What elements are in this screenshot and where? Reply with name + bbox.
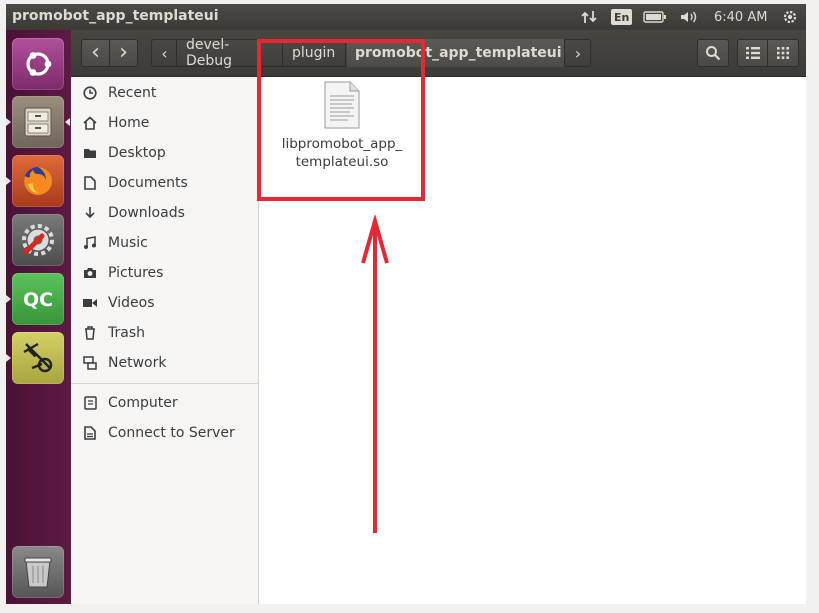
camera-icon	[81, 264, 99, 282]
video-icon	[81, 294, 99, 312]
files-app-icon[interactable]	[12, 96, 64, 148]
sidebar-item-label: Desktop	[108, 145, 166, 161]
sidebar-item-label: Pictures	[108, 265, 164, 281]
computer-icon	[81, 394, 99, 412]
sidebar-item-label: Computer	[108, 395, 178, 411]
forward-arrow-icon: ›	[119, 40, 128, 65]
power-gear-icon[interactable]	[780, 7, 800, 27]
volume-icon[interactable]	[678, 7, 700, 27]
annotation-highlight-box	[257, 39, 425, 201]
svg-text:QC: QC	[23, 289, 53, 311]
music-icon	[81, 234, 99, 252]
search-icon	[706, 46, 721, 61]
firefox-icon[interactable]	[12, 155, 64, 207]
running-indicator	[6, 118, 11, 126]
search-button[interactable]	[697, 39, 729, 67]
list-view-icon	[745, 47, 760, 59]
download-icon	[81, 204, 99, 222]
breadcrumb-scroll-right[interactable]: ›	[566, 39, 590, 67]
unity-launcher: QC	[6, 30, 72, 604]
sidebar-item-recent[interactable]: Recent	[71, 78, 258, 108]
clock[interactable]: 6:40 AM	[714, 7, 767, 27]
breadcrumb-scroll-left[interactable]: ‹	[153, 39, 177, 67]
back-arrow-icon: ‹	[91, 40, 100, 65]
sidebar-item-label: Downloads	[108, 205, 185, 221]
qt-creator-icon[interactable]: QC	[12, 273, 64, 325]
places-sidebar: Recent Home Desktop Documents Downloads …	[71, 77, 259, 604]
chevron-right-icon: ›	[574, 43, 582, 63]
document-icon	[81, 174, 99, 192]
system-settings-icon[interactable]	[12, 214, 64, 266]
grid-view-button[interactable]	[767, 39, 799, 67]
sidebar-item-computer[interactable]: Computer	[71, 388, 258, 418]
sidebar-item-desktop[interactable]: Desktop	[71, 138, 258, 168]
sidebar-item-trash[interactable]: Trash	[71, 318, 258, 348]
server-icon	[81, 424, 99, 442]
back-button[interactable]: ‹	[81, 39, 110, 67]
top-panel: promobot_app_templateui En 6:40 AM	[6, 4, 806, 30]
focused-indicator	[65, 118, 70, 126]
sidebar-item-home[interactable]: Home	[71, 108, 258, 138]
window-title: promobot_app_templateui	[12, 8, 219, 24]
chevron-left-icon: ‹	[161, 43, 168, 63]
sidebar-item-music[interactable]: Music	[71, 228, 258, 258]
running-indicator	[6, 354, 11, 362]
grid-view-icon	[777, 47, 789, 59]
sidebar-item-label: Connect to Server	[108, 425, 235, 441]
sidebar-item-downloads[interactable]: Downloads	[71, 198, 258, 228]
trash-icon	[81, 324, 99, 342]
list-view-button[interactable]	[737, 39, 768, 67]
trash-launcher-icon[interactable]	[12, 546, 64, 598]
running-indicator	[6, 177, 11, 185]
sidebar-item-label: Documents	[108, 175, 188, 191]
clock-icon	[81, 84, 99, 102]
header-bar: ‹ › ‹ devel-Debug plugin promobot_app_te…	[71, 30, 806, 77]
sidebar-item-label: Videos	[108, 295, 155, 311]
sidebar-item-label: Recent	[108, 85, 157, 101]
desktop-folder-icon	[81, 144, 99, 162]
sidebar-item-connect-to-server[interactable]: Connect to Server	[71, 418, 258, 448]
sidebar-divider	[71, 383, 258, 384]
ubuntu-dash-icon[interactable]	[12, 38, 64, 90]
running-indicator	[6, 295, 11, 303]
network-icon	[81, 354, 99, 372]
sidebar-item-label: Trash	[108, 325, 145, 341]
sidebar-item-documents[interactable]: Documents	[71, 168, 258, 198]
home-icon	[81, 114, 99, 132]
qt-designer-icon[interactable]	[12, 332, 64, 384]
sidebar-item-network[interactable]: Network	[71, 348, 258, 378]
sidebar-item-label: Home	[108, 115, 150, 131]
sidebar-item-label: Network	[108, 355, 167, 371]
network-transfer-icon[interactable]	[579, 7, 599, 27]
sidebar-item-videos[interactable]: Videos	[71, 288, 258, 318]
forward-button[interactable]: ›	[109, 39, 138, 67]
keyboard-layout-indicator[interactable]: En	[611, 9, 633, 25]
battery-icon[interactable]	[642, 7, 668, 27]
annotation-up-arrow	[361, 215, 389, 533]
sidebar-item-label: Music	[108, 235, 148, 251]
sidebar-item-pictures[interactable]: Pictures	[71, 258, 258, 288]
